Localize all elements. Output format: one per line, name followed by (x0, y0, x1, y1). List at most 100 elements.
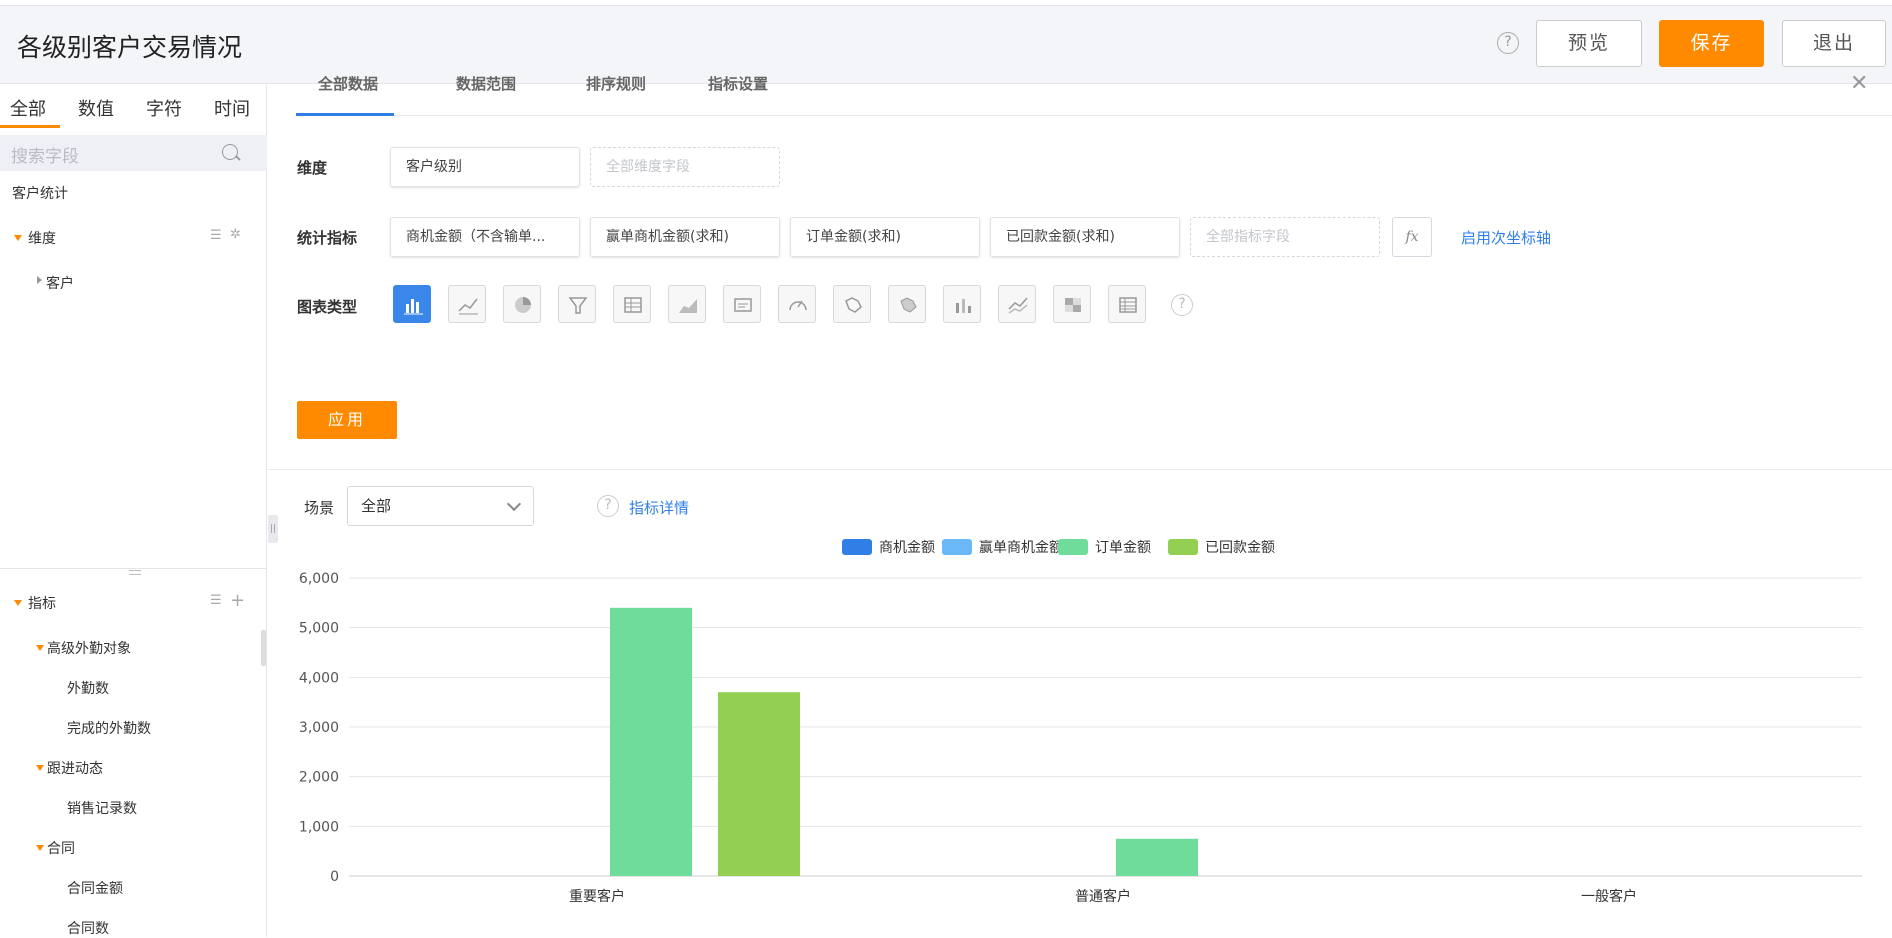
field-panel: 全部 数值 字符 时间 搜索字段 客户统计 维度 ☰ ✲ 客户 指标 ☰ + 高… (0, 85, 267, 937)
active-tab-indicator (296, 113, 394, 116)
y-tick-label: 1,000 (299, 819, 339, 835)
line-chart-icon[interactable] (448, 285, 486, 323)
metric-item[interactable]: 合同金额 (67, 878, 123, 898)
bar (610, 607, 692, 876)
plus-icon[interactable]: + (230, 590, 245, 611)
dimension-field[interactable]: 客户级别 (390, 147, 580, 187)
page-title: 各级别客户交易情况 (17, 33, 243, 62)
legend-swatch (1168, 539, 1198, 555)
metric-group[interactable]: 跟进动态 (47, 758, 103, 778)
field-type-tabs: 全部 数值 字符 时间 (0, 85, 267, 129)
dimension-row-label: 维度 (297, 159, 328, 177)
bar (718, 692, 800, 876)
tab-all-data[interactable]: 全部数据 (318, 73, 378, 94)
dimension-drop-zone[interactable]: 全部维度字段 (590, 147, 780, 187)
tab-string[interactable]: 字符 (146, 95, 182, 121)
chart-config: 全部数据 数据范围 排序规则 指标设置 ✕ 维度 客户级别 全部维度字段 统计指… (268, 71, 1892, 937)
close-icon[interactable]: ✕ (1850, 71, 1868, 96)
tab-metric-settings[interactable]: 指标设置 (708, 73, 768, 94)
pie-chart-icon[interactable] (503, 285, 541, 323)
search-field[interactable]: 搜索字段 (0, 135, 267, 171)
map2-chart-icon[interactable] (888, 285, 926, 323)
x-tick-label: 一般客户 (1581, 888, 1637, 905)
scene-selected-value: 全部 (361, 497, 392, 515)
metric-field[interactable]: 订单金额(求和) (790, 217, 980, 257)
preview-button[interactable]: 预览 (1536, 20, 1642, 67)
search-icon[interactable] (222, 144, 238, 160)
caret-down-icon[interactable] (36, 645, 44, 651)
search-placeholder: 搜索字段 (11, 147, 79, 167)
legend-swatch (942, 539, 972, 555)
metric-group[interactable]: 合同 (47, 838, 75, 858)
table-chart-icon[interactable] (613, 285, 651, 323)
area-chart-icon[interactable] (668, 285, 706, 323)
legend-label: 已回款金额 (1205, 540, 1275, 556)
save-button[interactable]: 保存 (1659, 20, 1764, 67)
help-icon[interactable]: ? (597, 495, 619, 517)
gear-icon[interactable]: ✲ (230, 227, 241, 242)
chevron-down-icon (506, 496, 522, 512)
caret-right-icon[interactable] (37, 276, 42, 284)
tab-sort-rules[interactable]: 排序规则 (586, 73, 646, 94)
metric-row-label: 统计指标 (297, 229, 358, 247)
tab-all[interactable]: 全部 (10, 95, 46, 121)
pivot-table-icon[interactable] (1108, 285, 1146, 323)
exit-button[interactable]: 退出 (1782, 20, 1886, 67)
stacked-bar-icon[interactable] (943, 285, 981, 323)
scene-label: 场景 (304, 499, 335, 517)
y-tick-label: 4,000 (299, 670, 339, 686)
drag-handle-icon[interactable] (129, 570, 141, 575)
y-tick-label: 6,000 (299, 571, 339, 587)
sort-icon[interactable]: ☰ (210, 228, 222, 243)
gauge-chart-icon[interactable] (778, 285, 816, 323)
metric-drop-zone[interactable]: 全部指标字段 (1190, 217, 1380, 257)
metric-field[interactable]: 赢单商机金额(求和) (590, 217, 780, 257)
metric-field[interactable]: 商机金额（不含输单... (390, 217, 580, 257)
dimension-header[interactable]: 维度 (28, 228, 56, 248)
metric-item[interactable]: 销售记录数 (67, 798, 137, 818)
metric-item[interactable]: 合同数 (67, 918, 109, 938)
legend-label: 订单金额 (1095, 540, 1151, 556)
metric-group[interactable]: 高级外勤对象 (47, 638, 131, 658)
metric-item[interactable]: 完成的外勤数 (67, 718, 151, 738)
funnel-chart-icon[interactable] (558, 285, 596, 323)
section-divider (268, 469, 1892, 470)
secondary-axis-link[interactable]: 启用次坐标轴 (1461, 227, 1551, 248)
panel-splitter (0, 568, 267, 569)
heatmap-icon[interactable] (1053, 285, 1091, 323)
tab-data-range[interactable]: 数据范围 (456, 73, 516, 94)
help-icon[interactable]: ? (1497, 32, 1519, 54)
scrollbar[interactable] (261, 630, 266, 666)
caret-down-icon[interactable] (36, 765, 44, 771)
bar (1116, 838, 1198, 876)
metric-detail-link[interactable]: 指标详情 (629, 497, 689, 518)
active-tab-indicator (0, 125, 60, 128)
legend-swatch (1058, 539, 1088, 555)
chart-type-label: 图表类型 (297, 298, 358, 316)
tab-time[interactable]: 时间 (214, 95, 250, 121)
caret-down-icon[interactable] (36, 845, 44, 851)
formula-button[interactable]: fx (1392, 217, 1432, 257)
group-title: 客户统计 (12, 186, 68, 202)
dual-line-icon[interactable] (998, 285, 1036, 323)
card-chart-icon[interactable] (723, 285, 761, 323)
metric-field[interactable]: 已回款金额(求和) (990, 217, 1180, 257)
sort-icon[interactable]: ☰ (210, 593, 222, 608)
metric-header[interactable]: 指标 (28, 593, 56, 613)
help-icon[interactable]: ? (1171, 294, 1193, 316)
y-tick-label: 2,000 (299, 770, 339, 786)
x-tick-label: 重要客户 (569, 888, 625, 905)
caret-down-icon[interactable] (14, 235, 22, 241)
tab-numeric[interactable]: 数值 (78, 95, 114, 121)
bar-chart-icon[interactable] (393, 285, 431, 323)
scene-select[interactable]: 全部 (347, 486, 534, 526)
apply-button[interactable]: 应用 (297, 401, 397, 439)
x-tick-label: 普通客户 (1075, 888, 1131, 905)
metric-item[interactable]: 外勤数 (67, 678, 109, 698)
bar-chart: 商机金额 赢单商机金额 订单金额 已回款金额 0 1,000 2,000 3,000 4,000… (299, 539, 1862, 905)
y-tick-label: 3,000 (299, 720, 339, 736)
map-chart-icon[interactable] (833, 285, 871, 323)
dimension-item-customer[interactable]: 客户 (46, 273, 74, 293)
legend-label: 赢单商机金额 (979, 539, 1063, 556)
caret-down-icon[interactable] (14, 600, 22, 606)
